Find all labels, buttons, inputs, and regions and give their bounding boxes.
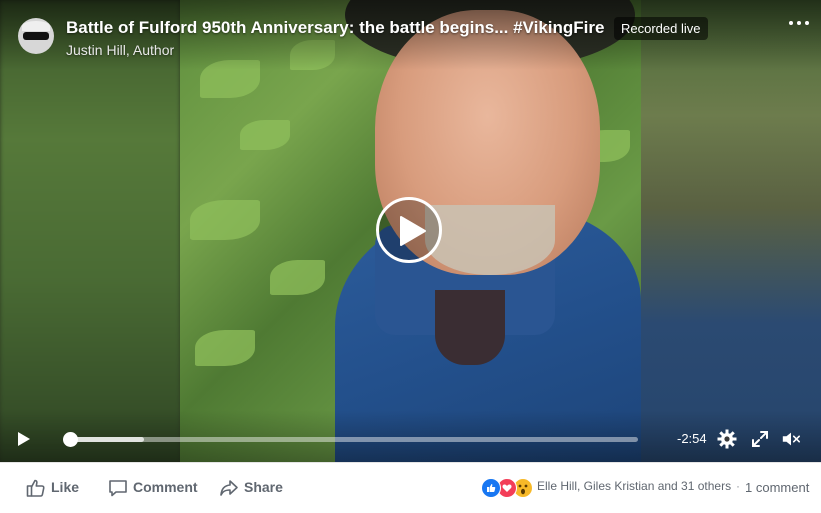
- scrubber-handle[interactable]: [63, 432, 78, 447]
- author-avatar[interactable]: [18, 18, 54, 54]
- play-icon: [400, 216, 426, 246]
- settings-gear-icon[interactable]: [717, 429, 737, 449]
- foliage-shape: [270, 260, 325, 295]
- foliage-shape: [195, 330, 255, 366]
- play-overlay-button[interactable]: [376, 197, 442, 263]
- like-reaction-icon: [481, 478, 501, 498]
- volume-muted-icon[interactable]: [781, 429, 801, 449]
- time-remaining: -2:54: [677, 431, 707, 446]
- fullscreen-icon[interactable]: [750, 429, 770, 449]
- share-arrow-icon: [220, 480, 238, 496]
- comment-label: Comment: [133, 479, 198, 495]
- video-player[interactable]: Battle of Fulford 950th Anniversary: the…: [0, 0, 821, 462]
- play-icon[interactable]: [16, 431, 32, 447]
- author-name[interactable]: Justin Hill, Author: [66, 42, 174, 58]
- person-beard: [425, 205, 555, 275]
- post-actions-bar: Like Comment Share Elle Hill, Giles Kris…: [0, 462, 821, 513]
- video-header: Battle of Fulford 950th Anniversary: the…: [0, 0, 821, 70]
- progress-track[interactable]: [70, 437, 638, 442]
- person-shirt: [435, 290, 505, 365]
- comment-bubble-icon: [109, 480, 127, 497]
- more-options-icon[interactable]: [788, 12, 810, 34]
- separator-dot: ·: [736, 479, 740, 493]
- thumbs-up-icon: [26, 479, 45, 497]
- reaction-icons[interactable]: [481, 478, 541, 498]
- recorded-live-badge: Recorded live: [614, 17, 708, 40]
- avatar-sunglasses-icon: [23, 32, 49, 40]
- foliage-shape: [190, 200, 260, 240]
- like-label: Like: [51, 479, 80, 495]
- comments-count[interactable]: 1 comment: [745, 480, 809, 495]
- reaction-names[interactable]: Elle Hill, Giles Kristian and 31 others: [537, 479, 731, 493]
- video-title[interactable]: Battle of Fulford 950th Anniversary: the…: [66, 18, 604, 38]
- avatar-hair: [22, 21, 50, 31]
- foliage-shape: [240, 120, 290, 150]
- video-post: Battle of Fulford 950th Anniversary: the…: [0, 0, 821, 513]
- share-label: Share: [244, 479, 283, 495]
- buffered-bar: [70, 437, 144, 442]
